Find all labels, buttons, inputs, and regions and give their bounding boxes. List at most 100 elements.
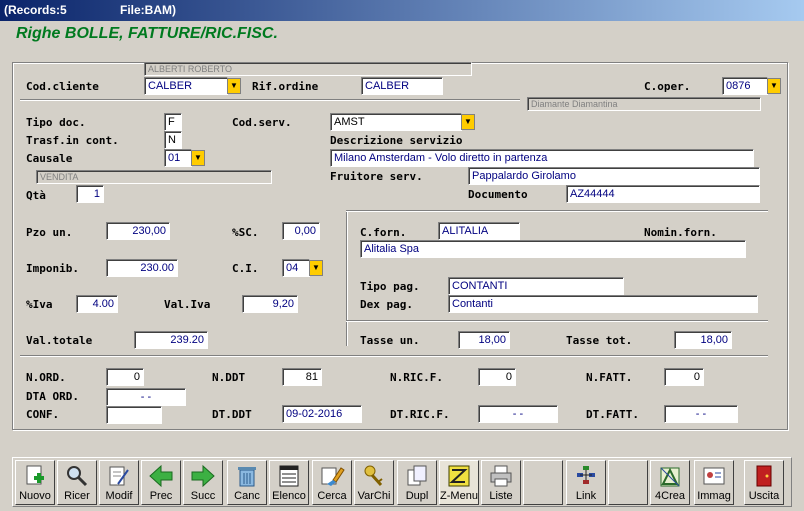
ricer-button[interactable]: Ricer <box>57 460 97 505</box>
cod-serv-label: Cod.serv. <box>232 116 292 129</box>
dex-pag-field[interactable]: Contanti <box>448 295 758 313</box>
form-title: Righe BOLLE, FATTURE/RIC.FISC. <box>16 25 278 42</box>
link-button[interactable]: Link <box>566 460 606 505</box>
varchi-button[interactable]: VarChi <box>354 460 394 505</box>
dupl-label: Dupl <box>405 490 429 502</box>
ci-dropdown-icon[interactable]: ▼ <box>309 260 323 276</box>
dt-ric-f-field[interactable]: - - <box>478 405 558 423</box>
tasse-tot-field[interactable]: 18,00 <box>674 331 732 349</box>
tasse-un-field[interactable]: 18,00 <box>458 331 510 349</box>
ricer-label: Ricer <box>64 490 90 502</box>
pzo-un-field[interactable]: 230,00 <box>106 222 170 240</box>
prec-label: Prec <box>149 490 173 502</box>
link-label: Link <box>575 490 597 502</box>
immag-label: Immag <box>697 490 731 502</box>
val-totale-field[interactable]: 239.20 <box>134 331 208 349</box>
canc-button[interactable]: Canc <box>227 460 267 505</box>
modif-button[interactable]: Modif <box>99 460 139 505</box>
dt-ddt-label: DT.DDT <box>212 408 252 421</box>
imponib-label: Imponib. <box>26 262 79 275</box>
prec-button[interactable]: Prec <box>141 460 181 505</box>
n-ric-f-label: N.RIC.F. <box>390 371 443 384</box>
nuovo-button[interactable]: Nuovo <box>15 460 55 505</box>
val-iva-label: Val.Iva <box>164 298 211 311</box>
dta-ord-field[interactable]: - - <box>106 388 186 406</box>
dupl-button[interactable]: Dupl <box>397 460 437 505</box>
qta-label: Qtà <box>26 189 46 202</box>
c-forn-field[interactable]: ALITALIA <box>438 222 520 240</box>
cod-serv-field[interactable]: AMST <box>330 113 462 131</box>
edit-icon <box>109 466 129 486</box>
list-icon <box>279 465 299 487</box>
causale-desc-field: VENDITA <box>36 170 272 184</box>
n-ddt-label: N.DDT <box>212 371 246 384</box>
cod-serv-dropdown-icon[interactable]: ▼ <box>461 114 475 130</box>
tipo-pag-field[interactable]: CONTANTI <box>448 277 624 295</box>
n-ric-f-field[interactable]: 0 <box>478 368 516 386</box>
causale-dropdown-icon[interactable]: ▼ <box>191 150 205 166</box>
trash-icon <box>238 467 256 487</box>
tipo-doc-label: Tipo doc. <box>26 116 86 129</box>
cerca-button[interactable]: Cerca <box>312 460 352 505</box>
dt-fatt-field[interactable]: - - <box>664 405 738 423</box>
imponib-field[interactable]: 230.00 <box>106 259 178 277</box>
dt-ddt-field[interactable]: 09-02-2016 <box>282 405 362 423</box>
trasf-field[interactable]: N <box>164 131 182 149</box>
nomin-forn-field[interactable]: Alitalia Spa <box>360 240 746 258</box>
elenco-label: Elenco <box>272 490 306 502</box>
search-icon <box>67 466 88 487</box>
causale-field[interactable]: 01 <box>164 149 192 167</box>
qta-field[interactable]: 1 <box>76 185 104 203</box>
modif-label: Modif <box>105 490 133 502</box>
val-iva-field[interactable]: 9,20 <box>242 295 298 313</box>
n-fatt-field[interactable]: 0 <box>664 368 704 386</box>
arrow-left-icon <box>149 464 173 488</box>
desc-servizio-field[interactable]: Milano Amsterdam - Volo diretto in parte… <box>330 149 754 167</box>
fruitore-field[interactable]: Pappalardo Girolamo <box>468 167 760 185</box>
n-ord-label: N.ORD. <box>26 371 66 384</box>
z-menu-label: Z-Menu <box>440 490 478 502</box>
uscita-label: Uscita <box>748 490 780 502</box>
n-ord-field[interactable]: 0 <box>106 368 144 386</box>
uscita-button[interactable]: Uscita <box>744 460 784 505</box>
sc-field[interactable]: 0,00 <box>282 222 320 240</box>
succ-label: Succ <box>190 490 216 502</box>
causale-label: Causale <box>26 152 73 165</box>
canc-label: Canc <box>234 490 260 502</box>
succ-button[interactable]: Succ <box>183 460 223 505</box>
ci-field[interactable]: 04 <box>282 259 310 277</box>
c-oper-field[interactable]: 0876 <box>722 77 768 95</box>
iva-field[interactable]: 4.00 <box>76 295 118 313</box>
window-titlebar: (Records:5 File:BAM) <box>0 0 804 21</box>
tipo-doc-field[interactable]: F <box>164 113 182 131</box>
separator <box>346 210 768 212</box>
blank-button[interactable] <box>523 460 563 505</box>
blank-button[interactable] <box>608 460 648 505</box>
elenco-button[interactable]: Elenco <box>269 460 309 505</box>
dt-ric-f-label: DT.RIC.F. <box>390 408 450 421</box>
find-icon <box>321 467 345 486</box>
pzo-un-label: Pzo un. <box>26 226 73 239</box>
liste-label: Liste <box>489 490 513 502</box>
fruitore-label: Fruitore serv. <box>330 170 423 183</box>
liste-button[interactable]: Liste <box>481 460 521 505</box>
dex-pag-label: Dex pag. <box>360 298 413 311</box>
iva-label: %Iva <box>26 298 53 311</box>
c-oper-dropdown-icon[interactable]: ▼ <box>767 78 781 94</box>
cod-cliente-dropdown-icon[interactable]: ▼ <box>227 78 241 94</box>
n-ddt-field[interactable]: 81 <box>282 368 322 386</box>
cerca-label: Cerca <box>317 490 347 502</box>
cod-cliente-field[interactable]: CALBER <box>144 77 228 95</box>
separator <box>20 99 520 101</box>
operator-name-field: Diamante Diamantina <box>527 97 761 111</box>
z-menu-button[interactable]: Z-Menu <box>439 460 479 505</box>
conf-field[interactable] <box>106 406 162 424</box>
tasse-tot-label: Tasse tot. <box>566 334 633 347</box>
exit-door-icon <box>756 465 772 487</box>
separator <box>346 212 348 346</box>
rif-ordine-label: Rif.ordine <box>252 80 319 93</box>
4crea-button[interactable]: 4Crea <box>650 460 690 505</box>
documento-field[interactable]: AZ44444 <box>566 185 760 203</box>
immag-button[interactable]: Immag <box>694 460 734 505</box>
rif-ordine-field[interactable]: CALBER <box>361 77 443 95</box>
